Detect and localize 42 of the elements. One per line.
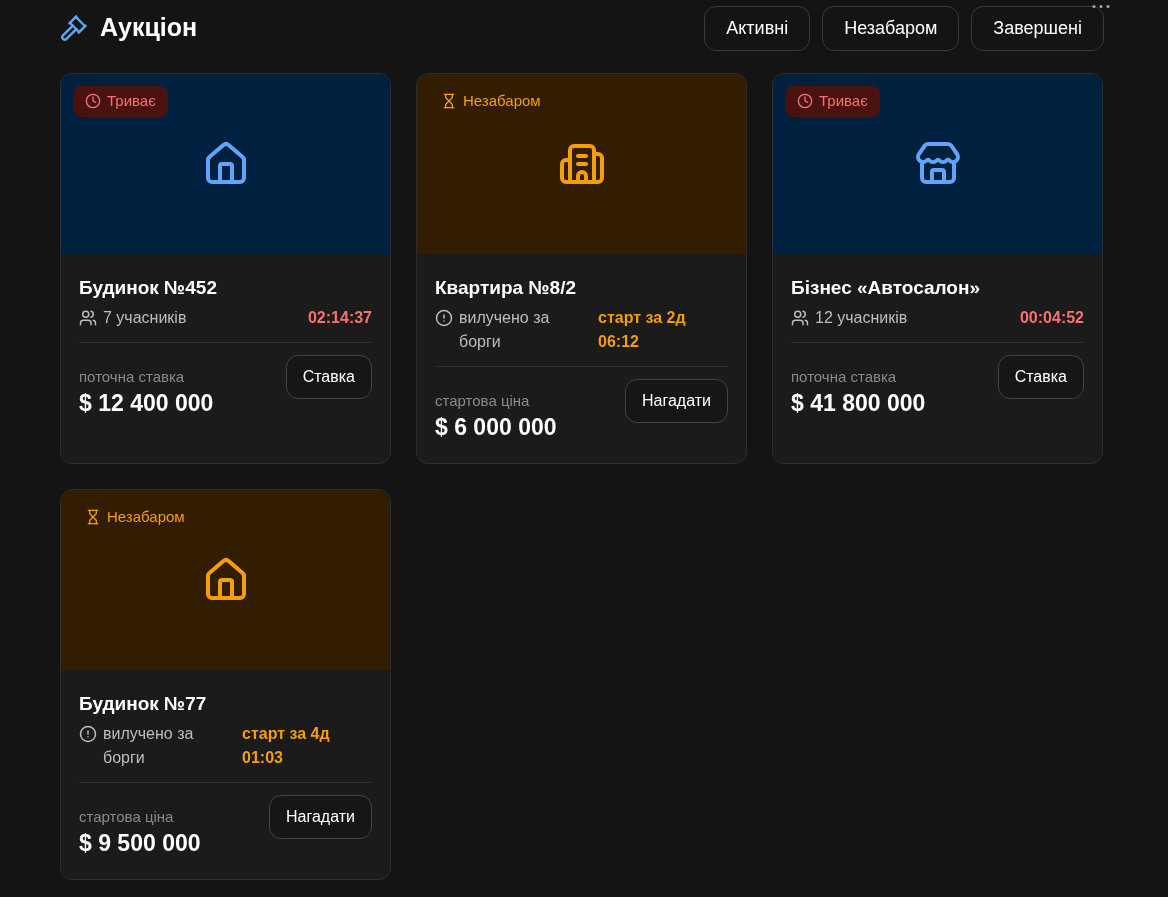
price-label: стартова ціна <box>435 391 531 411</box>
status-label: Триває <box>73 86 168 117</box>
lot-info: вилучено за борги <box>103 724 195 768</box>
price-value: $ 6 000 000 <box>435 413 557 442</box>
price-value: $ 12 400 000 <box>79 389 214 418</box>
clock-icon <box>797 93 813 110</box>
hourglass-icon <box>441 93 457 110</box>
price-value: $ 41 800 000 <box>791 389 926 418</box>
action-button[interactable]: Ставка <box>285 355 372 399</box>
gavel-icon <box>60 14 88 42</box>
people-icon <box>791 309 809 327</box>
status-label: Триває <box>785 86 880 117</box>
lot-info: 12 учасників <box>815 308 908 328</box>
action-button[interactable]: Ставка <box>997 355 1084 399</box>
clock-icon <box>85 93 101 110</box>
lot-title: Квартира №8/2 <box>435 276 577 300</box>
alert-icon <box>435 309 453 327</box>
price-label: поточна ставка <box>791 367 898 387</box>
lot-info: 7 учасників <box>103 308 187 328</box>
action-button[interactable]: Нагадати <box>269 795 372 839</box>
action-button[interactable]: Нагадати <box>625 379 728 423</box>
filter-button[interactable]: Завершені <box>971 5 1104 51</box>
price-label: поточна ставка <box>79 367 186 387</box>
lot-timer: старт за 2д 06:12 <box>598 308 687 352</box>
lot-timer: 00:04:52 <box>1019 308 1084 328</box>
alert-icon <box>79 725 97 743</box>
status-label: Незабаром <box>73 502 197 533</box>
filter-button[interactable]: Незабаром <box>822 5 960 51</box>
lot-title: Будинок №452 <box>79 276 218 300</box>
lot-title: Будинок №77 <box>79 692 208 716</box>
lot-title: Бізнес «Автосалон» <box>791 276 981 300</box>
more-icon <box>1091 4 1111 9</box>
lot-timer: 02:14:37 <box>307 308 372 328</box>
price-label: стартова ціна <box>79 807 175 827</box>
status-label: Незабаром <box>429 86 553 117</box>
people-icon <box>79 309 97 327</box>
lot-timer: старт за 4д 01:03 <box>242 724 331 768</box>
filter-button[interactable]: Активні <box>704 5 811 51</box>
hourglass-icon <box>85 509 101 526</box>
price-value: $ 9 500 000 <box>79 829 201 858</box>
lot-info: вилучено за борги <box>459 308 551 352</box>
page-title: Аукціон <box>100 12 198 44</box>
